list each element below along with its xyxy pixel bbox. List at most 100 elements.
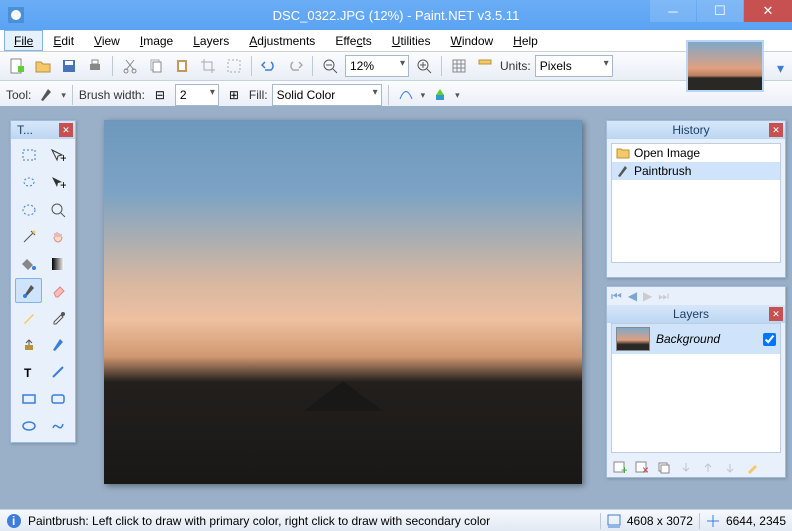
history-panel-titlebar[interactable]: History ✕	[607, 121, 785, 139]
menu-image[interactable]: Image	[130, 30, 183, 51]
merge-layer-button[interactable]	[677, 459, 695, 477]
redo-button[interactable]	[284, 55, 306, 77]
tools-panel: T... ✕ + + T	[10, 120, 76, 443]
zoom-in-button[interactable]	[413, 55, 435, 77]
paintbrush-icon	[616, 164, 630, 178]
image-tab-thumbnail[interactable]	[686, 40, 764, 92]
tool-freeform[interactable]	[44, 413, 71, 438]
layers-forward-icon[interactable]: ▶	[643, 289, 652, 303]
info-icon: i	[6, 513, 22, 529]
tool-recolor[interactable]	[44, 332, 71, 357]
deselect-button[interactable]	[223, 55, 245, 77]
tool-eraser[interactable]	[44, 278, 71, 303]
close-button[interactable]: ✕	[744, 0, 792, 22]
tool-rectangle-select[interactable]	[15, 143, 42, 168]
cut-button[interactable]	[119, 55, 141, 77]
tool-rectangle[interactable]	[15, 386, 42, 411]
maximize-button[interactable]: ☐	[697, 0, 743, 22]
tool-magic-wand[interactable]	[15, 224, 42, 249]
tool-move-selection[interactable]: +	[44, 143, 71, 168]
tool-rounded-rectangle[interactable]	[44, 386, 71, 411]
cursor-position-icon	[706, 514, 720, 528]
layers-panel-titlebar[interactable]: Layers ✕	[607, 305, 785, 323]
save-button[interactable]	[58, 55, 80, 77]
move-layer-up-button[interactable]	[699, 459, 717, 477]
menu-edit[interactable]: Edit	[43, 30, 84, 51]
menu-adjustments[interactable]: Adjustments	[239, 30, 325, 51]
tool-move-pixels[interactable]: +	[44, 170, 71, 195]
tool-clone-stamp[interactable]	[15, 332, 42, 357]
svg-text:×: ×	[642, 463, 649, 475]
tool-text[interactable]: T	[15, 359, 42, 384]
tool-gradient[interactable]	[44, 251, 71, 276]
tools-panel-titlebar[interactable]: T... ✕	[11, 121, 75, 139]
image-tab-menu-icon[interactable]: ▾	[777, 60, 784, 77]
menu-utilities[interactable]: Utilities	[382, 30, 441, 51]
history-item-paintbrush[interactable]: Paintbrush	[612, 162, 780, 180]
brush-width-decrease[interactable]: ⊟	[149, 84, 171, 106]
menu-help[interactable]: Help	[503, 30, 548, 51]
svg-text:+: +	[60, 178, 66, 191]
tool-color-picker[interactable]	[44, 305, 71, 330]
statusbar: i Paintbrush: Left click to draw with pr…	[0, 509, 792, 531]
antialiasing-button[interactable]	[395, 84, 417, 106]
move-layer-down-button[interactable]	[721, 459, 739, 477]
history-panel-close-button[interactable]: ✕	[769, 123, 783, 137]
units-select[interactable]	[535, 55, 613, 77]
menu-view[interactable]: View	[84, 30, 130, 51]
crop-button[interactable]	[197, 55, 219, 77]
delete-layer-button[interactable]: ×	[633, 459, 651, 477]
folder-icon	[616, 146, 630, 160]
svg-text:+: +	[60, 151, 66, 164]
layer-visibility-checkbox[interactable]	[763, 333, 776, 346]
undo-button[interactable]	[258, 55, 280, 77]
tool-zoom[interactable]	[44, 197, 71, 222]
layers-nav-toolbar: ⏮ ◀ ▶ ⏭	[607, 287, 785, 305]
grid-button[interactable]	[448, 55, 470, 77]
zoom-select[interactable]	[345, 55, 409, 77]
brush-width-increase[interactable]: ⊞	[223, 84, 245, 106]
menu-layers[interactable]: Layers	[183, 30, 239, 51]
menu-file[interactable]: File	[4, 30, 43, 51]
history-item-open[interactable]: Open Image	[612, 144, 780, 162]
layers-end-icon[interactable]: ⏭	[658, 289, 669, 304]
new-button[interactable]	[6, 55, 28, 77]
status-hint: Paintbrush: Left click to draw with prim…	[28, 514, 490, 528]
window-title: DSC_0322.JPG (12%) - Paint.NET v3.5.11	[273, 8, 520, 23]
tool-lasso-select[interactable]	[15, 170, 42, 195]
tool-ellipse-select[interactable]	[15, 197, 42, 222]
tool-paintbrush[interactable]	[15, 278, 42, 303]
tool-pencil[interactable]	[15, 305, 42, 330]
active-tool-dropdown[interactable]	[35, 84, 57, 106]
minimize-button[interactable]: ─	[650, 0, 696, 22]
rulers-button[interactable]	[474, 55, 496, 77]
fill-select[interactable]	[272, 84, 382, 106]
svg-text:T: T	[24, 366, 32, 380]
open-button[interactable]	[32, 55, 54, 77]
zoom-out-button[interactable]	[319, 55, 341, 77]
layers-back-icon[interactable]: ◀	[628, 289, 637, 303]
paste-button[interactable]	[171, 55, 193, 77]
tool-paint-bucket[interactable]	[15, 251, 42, 276]
tool-line[interactable]	[44, 359, 71, 384]
svg-text:i: i	[12, 514, 15, 528]
menu-window[interactable]: Window	[440, 30, 503, 51]
duplicate-layer-button[interactable]	[655, 459, 673, 477]
layer-item-background[interactable]: Background	[612, 324, 780, 354]
menu-effects[interactable]: Effects	[325, 30, 381, 51]
add-layer-button[interactable]: +	[611, 459, 629, 477]
layers-panel-close-button[interactable]: ✕	[769, 307, 783, 321]
print-button[interactable]	[84, 55, 106, 77]
layer-name: Background	[656, 332, 757, 346]
canvas-image[interactable]	[104, 120, 582, 484]
blend-mode-button[interactable]	[429, 84, 451, 106]
layers-rewind-icon[interactable]: ⏮	[611, 289, 622, 304]
tools-panel-close-button[interactable]: ✕	[59, 123, 73, 137]
status-dimensions: 4608 x 3072	[627, 514, 693, 528]
tool-pan[interactable]	[44, 224, 71, 249]
brush-width-input[interactable]	[175, 84, 219, 106]
layer-properties-button[interactable]	[743, 459, 761, 477]
tool-ellipse[interactable]	[15, 413, 42, 438]
copy-button[interactable]	[145, 55, 167, 77]
main-toolbar: Units:	[0, 52, 792, 81]
